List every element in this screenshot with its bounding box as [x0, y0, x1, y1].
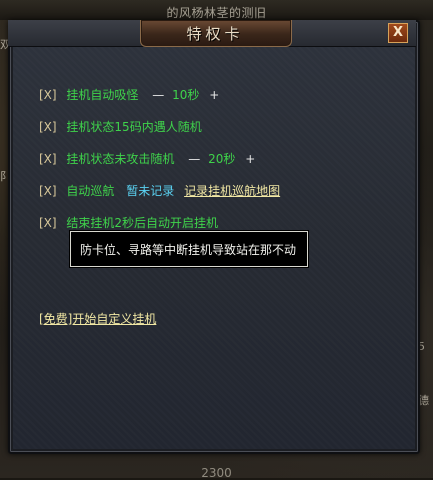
- checkbox-auto-restart[interactable]: [X]: [39, 216, 57, 230]
- decrease-button[interactable]: —: [152, 88, 164, 102]
- option-label: 挂机状态15码内遇人随机: [66, 120, 202, 134]
- option-auto-pull: [X] 挂机自动吸怪 — 10秒 +: [39, 86, 219, 103]
- interval-value: 20秒: [208, 152, 236, 166]
- increase-button[interactable]: +: [209, 88, 219, 102]
- close-button[interactable]: X: [388, 23, 408, 43]
- option-random-no-attack: [X] 挂机状态未攻击随机 — 20秒 +: [39, 150, 255, 167]
- cruise-status: 暂未记录: [126, 184, 175, 198]
- tooltip-text: 防卡位、寻路等中断挂机导致站在那不动: [80, 243, 297, 257]
- option-random-on-player: [X] 挂机状态15码内遇人随机: [39, 118, 202, 135]
- option-auto-cruise: [X] 自动巡航 暂未记录 记录挂机巡航地图: [39, 182, 280, 199]
- checkbox-random-no-attack[interactable]: [X]: [39, 152, 57, 166]
- dialog-title: 特权卡: [186, 25, 244, 43]
- option-label: 结束挂机2秒后自动开启挂机: [66, 216, 219, 230]
- increase-button[interactable]: +: [245, 152, 255, 166]
- checkbox-random-on-player[interactable]: [X]: [39, 120, 57, 134]
- checkbox-auto-pull[interactable]: [X]: [39, 88, 57, 102]
- record-cruise-map-link[interactable]: 记录挂机巡航地图: [184, 184, 280, 198]
- interval-value: 10秒: [172, 88, 200, 102]
- option-label: 自动巡航: [66, 184, 115, 198]
- option-auto-restart: [X] 结束挂机2秒后自动开启挂机: [39, 214, 218, 231]
- option-label: 挂机自动吸怪: [66, 88, 139, 102]
- option-label: 挂机状态未攻击随机: [66, 152, 175, 166]
- background-top-text: 的风杨林茎的测旧: [166, 6, 267, 20]
- checkbox-auto-cruise[interactable]: [X]: [39, 184, 57, 198]
- decrease-button[interactable]: —: [188, 152, 200, 166]
- free-custom-auto-battle-link[interactable]: [免费]开始自定义挂机: [39, 310, 156, 327]
